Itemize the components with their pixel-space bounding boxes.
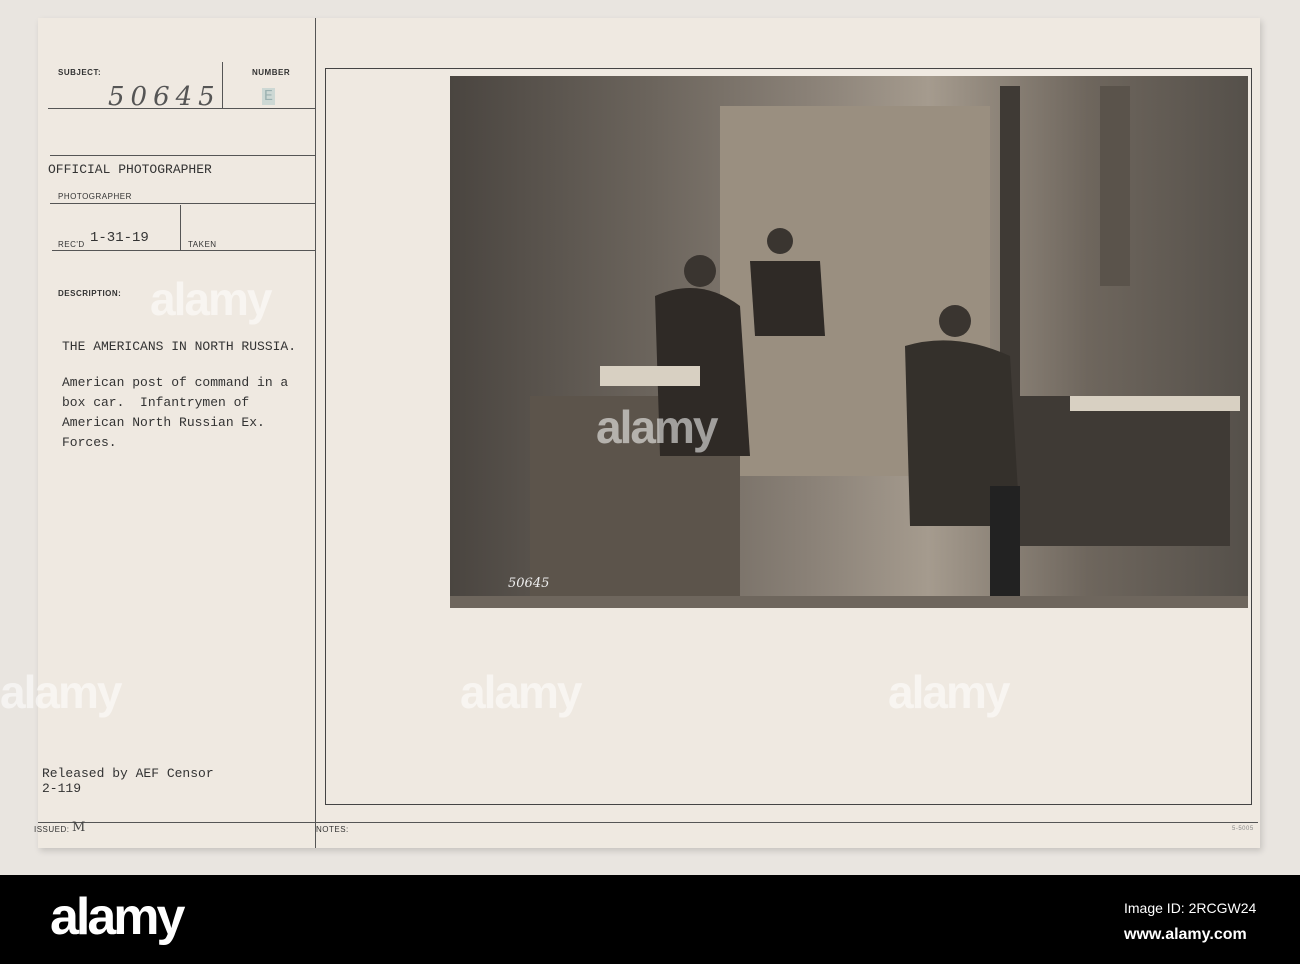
number-stamp: E	[262, 88, 276, 105]
photographer-value: OFFICIAL PHOTOGRAPHER	[48, 162, 212, 177]
watermark: alamy	[0, 666, 122, 718]
watermark: alamy	[888, 666, 1010, 718]
number-label: NUMBER	[252, 68, 291, 77]
description-line: box car. Infantrymen of	[62, 395, 250, 410]
divider	[222, 62, 223, 108]
footer-bar: alamy Image ID: 2RCGW24 www.alamy.com	[0, 875, 1300, 964]
released-by: Released by AEF Censor	[42, 766, 214, 781]
person	[939, 305, 971, 337]
subject-label: SUBJECT:	[58, 68, 102, 77]
divider	[180, 205, 181, 250]
papers	[1070, 396, 1240, 411]
divider	[50, 155, 315, 156]
photograph: 50645	[450, 76, 1248, 608]
watermark: alamy	[460, 666, 582, 718]
divider	[50, 203, 315, 204]
taken-label: TAKEN	[188, 240, 217, 249]
description-label: DESCRIPTION:	[58, 289, 122, 298]
photo-stamp: 50645	[508, 576, 550, 591]
alamy-logo: alamy	[50, 888, 185, 946]
divider	[38, 822, 1258, 823]
image-id: Image ID: 2RCGW24	[1124, 900, 1257, 916]
person	[684, 255, 716, 287]
photographer-label: PHOTOGRAPHER	[58, 192, 132, 201]
description-title: THE AMERICANS IN NORTH RUSSIA.	[62, 339, 297, 354]
issued-value: M	[72, 820, 86, 835]
description-line: American post of command in a	[62, 375, 289, 390]
column-divider	[315, 18, 316, 848]
person	[750, 261, 825, 336]
watermark: alamy	[596, 401, 718, 453]
subject-number: 50645	[108, 82, 221, 112]
issued-label: ISSUED:	[34, 825, 70, 834]
released-date: 2-119	[42, 781, 82, 796]
boot	[990, 486, 1020, 596]
site-url[interactable]: www.alamy.com	[1124, 926, 1247, 944]
recd-value: 1-31-19	[90, 230, 149, 246]
papers	[600, 366, 700, 386]
pipe	[1100, 86, 1130, 286]
description-line: Forces.	[62, 435, 117, 450]
desk	[1020, 396, 1230, 546]
form-number: 5-5005	[1232, 826, 1254, 832]
notes-label: NOTES:	[316, 825, 349, 834]
divider	[52, 250, 315, 251]
watermark: alamy	[150, 273, 272, 325]
person	[767, 228, 793, 254]
description-line: American North Russian Ex.	[62, 415, 265, 430]
photo-scene	[450, 86, 1248, 608]
recd-label: REC'D	[58, 240, 85, 249]
